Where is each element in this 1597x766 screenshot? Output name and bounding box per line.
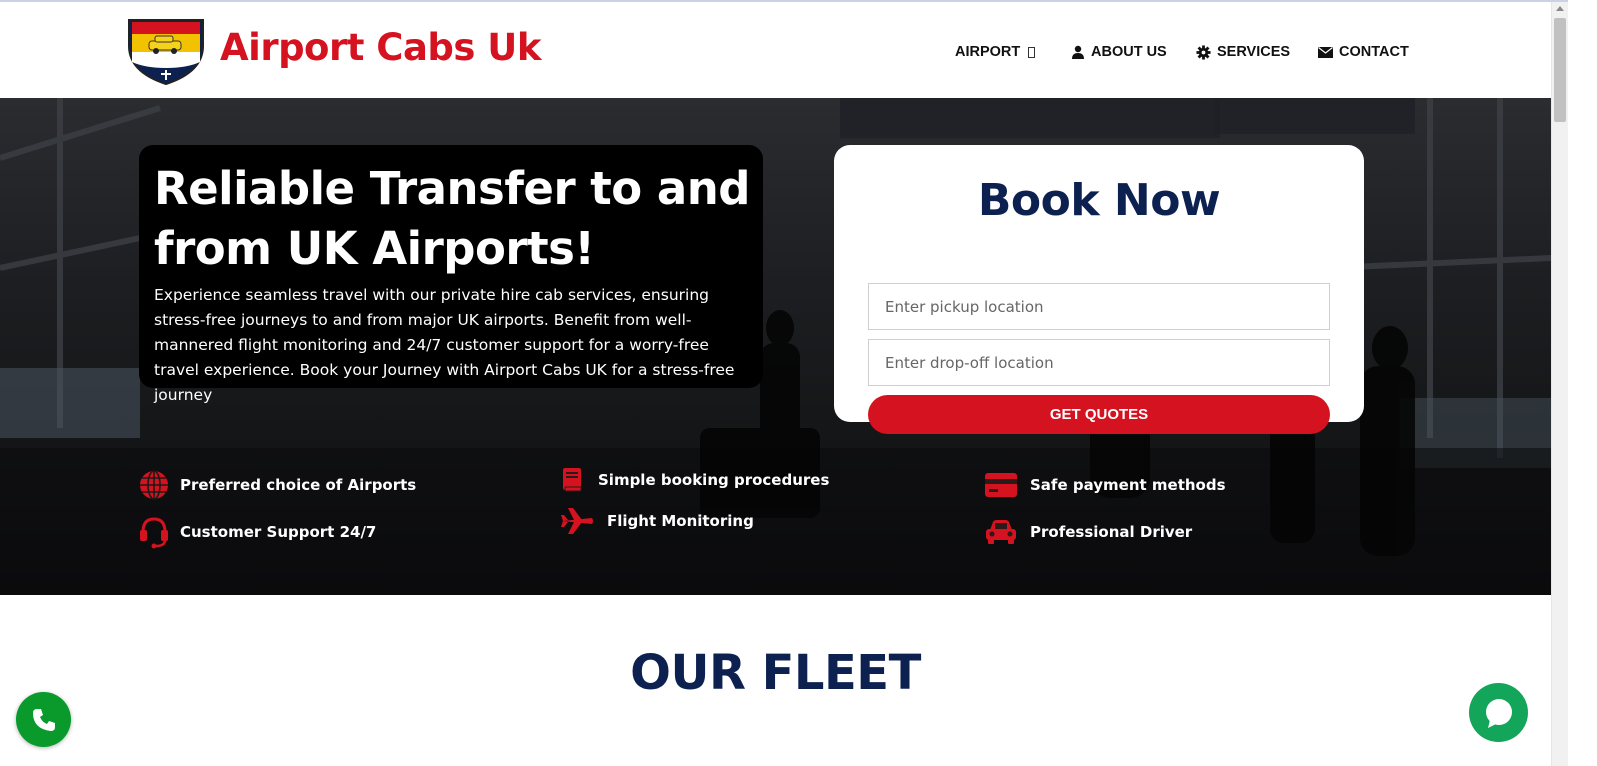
- feature-label: Simple booking procedures: [598, 471, 830, 489]
- logo-badge[interactable]: [127, 16, 205, 86]
- nav-item-airport[interactable]: AIRPORT: [955, 42, 1036, 62]
- car-icon: [986, 520, 1016, 544]
- scrollbar-thumb[interactable]: [1554, 18, 1566, 122]
- hero-section: Reliable Transfer to and from UK Airport…: [0, 98, 1551, 595]
- nav-about-label: ABOUT US: [1091, 44, 1167, 60]
- get-quotes-button[interactable]: GET QUOTES: [868, 395, 1330, 434]
- feature-preferred-airports: Preferred choice of Airports: [137, 468, 416, 502]
- plane-icon: [561, 508, 593, 534]
- chat-button[interactable]: [1469, 683, 1528, 742]
- call-button[interactable]: [16, 692, 71, 747]
- hero-description: Experience seamless travel with our priv…: [154, 286, 735, 404]
- feature-flight-monitoring: Flight Monitoring: [560, 504, 754, 538]
- page-scrollbar[interactable]: [1551, 2, 1568, 766]
- headset-icon: [140, 517, 168, 549]
- feature-label: Flight Monitoring: [607, 512, 754, 530]
- nav-item-about-us[interactable]: ABOUT US: [1071, 42, 1167, 62]
- nav-item-services[interactable]: SERVICES: [1196, 42, 1290, 62]
- feature-simple-booking: Simple booking procedures: [555, 463, 829, 497]
- booking-form-card: Book Now GET QUOTES: [834, 145, 1364, 434]
- feature-professional-driver: Professional Driver: [984, 515, 1192, 549]
- pickup-location-input[interactable]: [868, 283, 1330, 330]
- booking-title: Book Now: [977, 175, 1221, 226]
- fleet-section-title: OUR FLEET: [630, 645, 921, 701]
- gear-icon: [1196, 44, 1211, 60]
- nav-airport-label: AIRPORT: [955, 44, 1021, 60]
- nav-contact-label: CONTACT: [1339, 44, 1409, 60]
- nav-services-label: SERVICES: [1217, 44, 1291, 60]
- scroll-up-arrow-icon[interactable]: [1556, 6, 1564, 11]
- site-header: Airport Cabs Uk AIRPORT ABOUT US SERVICE…: [0, 2, 1551, 98]
- hero-intro-box: Reliable Transfer to and from UK Airport…: [139, 145, 763, 404]
- chat-bubble-icon: [1485, 698, 1512, 728]
- credit-card-icon: [985, 473, 1017, 497]
- brand-name[interactable]: Airport Cabs Uk: [220, 26, 541, 69]
- feature-safe-payment: Safe payment methods: [984, 468, 1226, 502]
- feature-label: Safe payment methods: [1030, 476, 1226, 494]
- globe-icon: [140, 470, 168, 500]
- feature-customer-support: Customer Support 24/7: [137, 515, 376, 549]
- user-icon: [1072, 45, 1084, 59]
- nav-item-contact[interactable]: CONTACT: [1318, 42, 1409, 62]
- envelope-icon: [1318, 46, 1333, 58]
- feature-label: Professional Driver: [1030, 523, 1193, 541]
- feature-label: Preferred choice of Airports: [180, 476, 417, 494]
- hero-title: Reliable Transfer to and from UK Airport…: [154, 162, 751, 275]
- window-edge: [1568, 0, 1597, 766]
- dropdown-caret-icon: [1028, 46, 1036, 58]
- phone-icon: [32, 708, 55, 731]
- feature-label: Customer Support 24/7: [180, 523, 377, 541]
- dropoff-location-input[interactable]: [868, 339, 1330, 386]
- book-icon: [563, 468, 582, 492]
